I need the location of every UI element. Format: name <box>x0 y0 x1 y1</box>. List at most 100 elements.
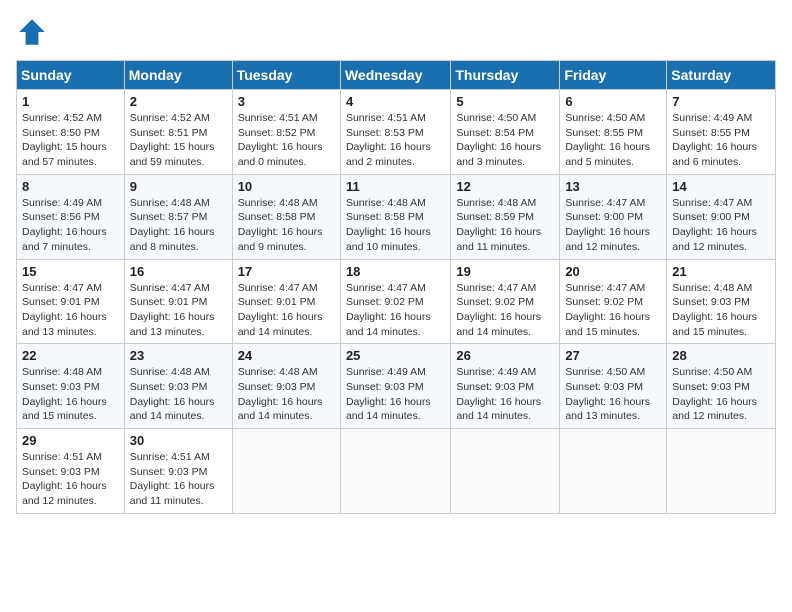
calendar-cell: 28 Sunrise: 4:50 AM Sunset: 9:03 PM Dayli… <box>667 344 776 429</box>
day-number: 22 <box>22 348 119 363</box>
calendar-cell: 29 Sunrise: 4:51 AM Sunset: 9:03 PM Dayli… <box>17 429 125 514</box>
calendar-week-1: 1 Sunrise: 4:52 AM Sunset: 8:50 PM Daylig… <box>17 90 776 175</box>
day-info: Sunrise: 4:50 AM Sunset: 8:54 PM Dayligh… <box>456 111 554 170</box>
day-info: Sunrise: 4:48 AM Sunset: 9:03 PM Dayligh… <box>130 365 227 424</box>
calendar-cell: 22 Sunrise: 4:48 AM Sunset: 9:03 PM Dayli… <box>17 344 125 429</box>
calendar-cell: 5 Sunrise: 4:50 AM Sunset: 8:54 PM Daylig… <box>451 90 560 175</box>
day-info: Sunrise: 4:48 AM Sunset: 9:03 PM Dayligh… <box>672 281 770 340</box>
day-info: Sunrise: 4:47 AM Sunset: 9:02 PM Dayligh… <box>456 281 554 340</box>
calendar-cell: 12 Sunrise: 4:48 AM Sunset: 8:59 PM Dayli… <box>451 174 560 259</box>
calendar-cell: 17 Sunrise: 4:47 AM Sunset: 9:01 PM Dayli… <box>232 259 340 344</box>
calendar-cell: 26 Sunrise: 4:49 AM Sunset: 9:03 PM Dayli… <box>451 344 560 429</box>
calendar-week-2: 8Sunrise: 4:49 AM Sunset: 8:56 PM Daylig… <box>17 174 776 259</box>
day-number: 26 <box>456 348 554 363</box>
day-info: Sunrise: 4:50 AM Sunset: 8:55 PM Dayligh… <box>565 111 661 170</box>
page-header <box>16 16 776 48</box>
day-info: Sunrise: 4:47 AM Sunset: 9:00 PM Dayligh… <box>565 196 661 255</box>
day-number: 9 <box>130 179 227 194</box>
day-info: Sunrise: 4:47 AM Sunset: 9:02 PM Dayligh… <box>565 281 661 340</box>
calendar-header: SundayMondayTuesdayWednesdayThursdayFrid… <box>17 61 776 90</box>
day-info: Sunrise: 4:47 AM Sunset: 9:02 PM Dayligh… <box>346 281 445 340</box>
calendar-cell: 2 Sunrise: 4:52 AM Sunset: 8:51 PM Daylig… <box>124 90 232 175</box>
day-number: 20 <box>565 264 661 279</box>
calendar-cell: 1 Sunrise: 4:52 AM Sunset: 8:50 PM Daylig… <box>17 90 125 175</box>
calendar-table: SundayMondayTuesdayWednesdayThursdayFrid… <box>16 60 776 514</box>
day-info: Sunrise: 4:52 AM Sunset: 8:51 PM Dayligh… <box>130 111 227 170</box>
day-number: 10 <box>238 179 335 194</box>
header-day-monday: Monday <box>124 61 232 90</box>
calendar-week-3: 15 Sunrise: 4:47 AM Sunset: 9:01 PM Dayli… <box>17 259 776 344</box>
calendar-cell: 23Sunrise: 4:48 AM Sunset: 9:03 PM Dayli… <box>124 344 232 429</box>
day-number: 27 <box>565 348 661 363</box>
day-info: Sunrise: 4:51 AM Sunset: 9:03 PM Dayligh… <box>130 450 227 509</box>
calendar-cell: 8Sunrise: 4:49 AM Sunset: 8:56 PM Daylig… <box>17 174 125 259</box>
day-info: Sunrise: 4:49 AM Sunset: 9:03 PM Dayligh… <box>346 365 445 424</box>
day-number: 28 <box>672 348 770 363</box>
day-info: Sunrise: 4:48 AM Sunset: 9:03 PM Dayligh… <box>22 365 119 424</box>
calendar-cell <box>667 429 776 514</box>
calendar-cell: 19 Sunrise: 4:47 AM Sunset: 9:02 PM Dayli… <box>451 259 560 344</box>
day-info: Sunrise: 4:48 AM Sunset: 8:58 PM Dayligh… <box>346 196 445 255</box>
day-info: Sunrise: 4:49 AM Sunset: 8:56 PM Dayligh… <box>22 196 119 255</box>
day-number: 25 <box>346 348 445 363</box>
day-number: 6 <box>565 94 661 109</box>
calendar-cell <box>560 429 667 514</box>
header-day-tuesday: Tuesday <box>232 61 340 90</box>
day-number: 30 <box>130 433 227 448</box>
calendar-cell: 9 Sunrise: 4:48 AM Sunset: 8:57 PM Daylig… <box>124 174 232 259</box>
logo <box>16 16 52 48</box>
calendar-cell: 21 Sunrise: 4:48 AM Sunset: 9:03 PM Dayli… <box>667 259 776 344</box>
calendar-cell <box>232 429 340 514</box>
calendar-cell: 30 Sunrise: 4:51 AM Sunset: 9:03 PM Dayli… <box>124 429 232 514</box>
calendar-cell: 24Sunrise: 4:48 AM Sunset: 9:03 PM Dayli… <box>232 344 340 429</box>
header-day-sunday: Sunday <box>17 61 125 90</box>
day-number: 11 <box>346 179 445 194</box>
day-info: Sunrise: 4:50 AM Sunset: 9:03 PM Dayligh… <box>672 365 770 424</box>
calendar-week-5: 29 Sunrise: 4:51 AM Sunset: 9:03 PM Dayli… <box>17 429 776 514</box>
calendar-week-4: 22 Sunrise: 4:48 AM Sunset: 9:03 PM Dayli… <box>17 344 776 429</box>
calendar-cell: 25 Sunrise: 4:49 AM Sunset: 9:03 PM Dayli… <box>340 344 450 429</box>
day-info: Sunrise: 4:48 AM Sunset: 8:59 PM Dayligh… <box>456 196 554 255</box>
day-number: 18 <box>346 264 445 279</box>
day-info: Sunrise: 4:51 AM Sunset: 9:03 PM Dayligh… <box>22 450 119 509</box>
calendar-cell: 6 Sunrise: 4:50 AM Sunset: 8:55 PM Daylig… <box>560 90 667 175</box>
calendar-cell: 7 Sunrise: 4:49 AM Sunset: 8:55 PM Daylig… <box>667 90 776 175</box>
calendar-cell: 13 Sunrise: 4:47 AM Sunset: 9:00 PM Dayli… <box>560 174 667 259</box>
day-number: 21 <box>672 264 770 279</box>
day-info: Sunrise: 4:51 AM Sunset: 8:52 PM Dayligh… <box>238 111 335 170</box>
calendar-cell: 16 Sunrise: 4:47 AM Sunset: 9:01 PM Dayli… <box>124 259 232 344</box>
calendar-cell: 4Sunrise: 4:51 AM Sunset: 8:53 PM Daylig… <box>340 90 450 175</box>
day-number: 1 <box>22 94 119 109</box>
day-number: 7 <box>672 94 770 109</box>
day-number: 12 <box>456 179 554 194</box>
day-number: 2 <box>130 94 227 109</box>
day-number: 16 <box>130 264 227 279</box>
calendar-cell: 20 Sunrise: 4:47 AM Sunset: 9:02 PM Dayli… <box>560 259 667 344</box>
day-info: Sunrise: 4:49 AM Sunset: 9:03 PM Dayligh… <box>456 365 554 424</box>
day-number: 14 <box>672 179 770 194</box>
header-row: SundayMondayTuesdayWednesdayThursdayFrid… <box>17 61 776 90</box>
day-info: Sunrise: 4:47 AM Sunset: 9:01 PM Dayligh… <box>22 281 119 340</box>
day-number: 13 <box>565 179 661 194</box>
day-number: 5 <box>456 94 554 109</box>
calendar-cell: 18 Sunrise: 4:47 AM Sunset: 9:02 PM Dayli… <box>340 259 450 344</box>
calendar-cell: 27Sunrise: 4:50 AM Sunset: 9:03 PM Dayli… <box>560 344 667 429</box>
day-info: Sunrise: 4:52 AM Sunset: 8:50 PM Dayligh… <box>22 111 119 170</box>
header-day-saturday: Saturday <box>667 61 776 90</box>
day-number: 15 <box>22 264 119 279</box>
day-info: Sunrise: 4:47 AM Sunset: 9:01 PM Dayligh… <box>238 281 335 340</box>
day-number: 29 <box>22 433 119 448</box>
day-info: Sunrise: 4:51 AM Sunset: 8:53 PM Dayligh… <box>346 111 445 170</box>
day-info: Sunrise: 4:48 AM Sunset: 9:03 PM Dayligh… <box>238 365 335 424</box>
day-number: 17 <box>238 264 335 279</box>
header-day-thursday: Thursday <box>451 61 560 90</box>
day-info: Sunrise: 4:49 AM Sunset: 8:55 PM Dayligh… <box>672 111 770 170</box>
calendar-body: 1 Sunrise: 4:52 AM Sunset: 8:50 PM Daylig… <box>17 90 776 514</box>
calendar-cell <box>340 429 450 514</box>
logo-icon <box>16 16 48 48</box>
day-number: 19 <box>456 264 554 279</box>
day-info: Sunrise: 4:48 AM Sunset: 8:57 PM Dayligh… <box>130 196 227 255</box>
header-day-wednesday: Wednesday <box>340 61 450 90</box>
day-info: Sunrise: 4:47 AM Sunset: 9:01 PM Dayligh… <box>130 281 227 340</box>
calendar-cell: 14Sunrise: 4:47 AM Sunset: 9:00 PM Dayli… <box>667 174 776 259</box>
